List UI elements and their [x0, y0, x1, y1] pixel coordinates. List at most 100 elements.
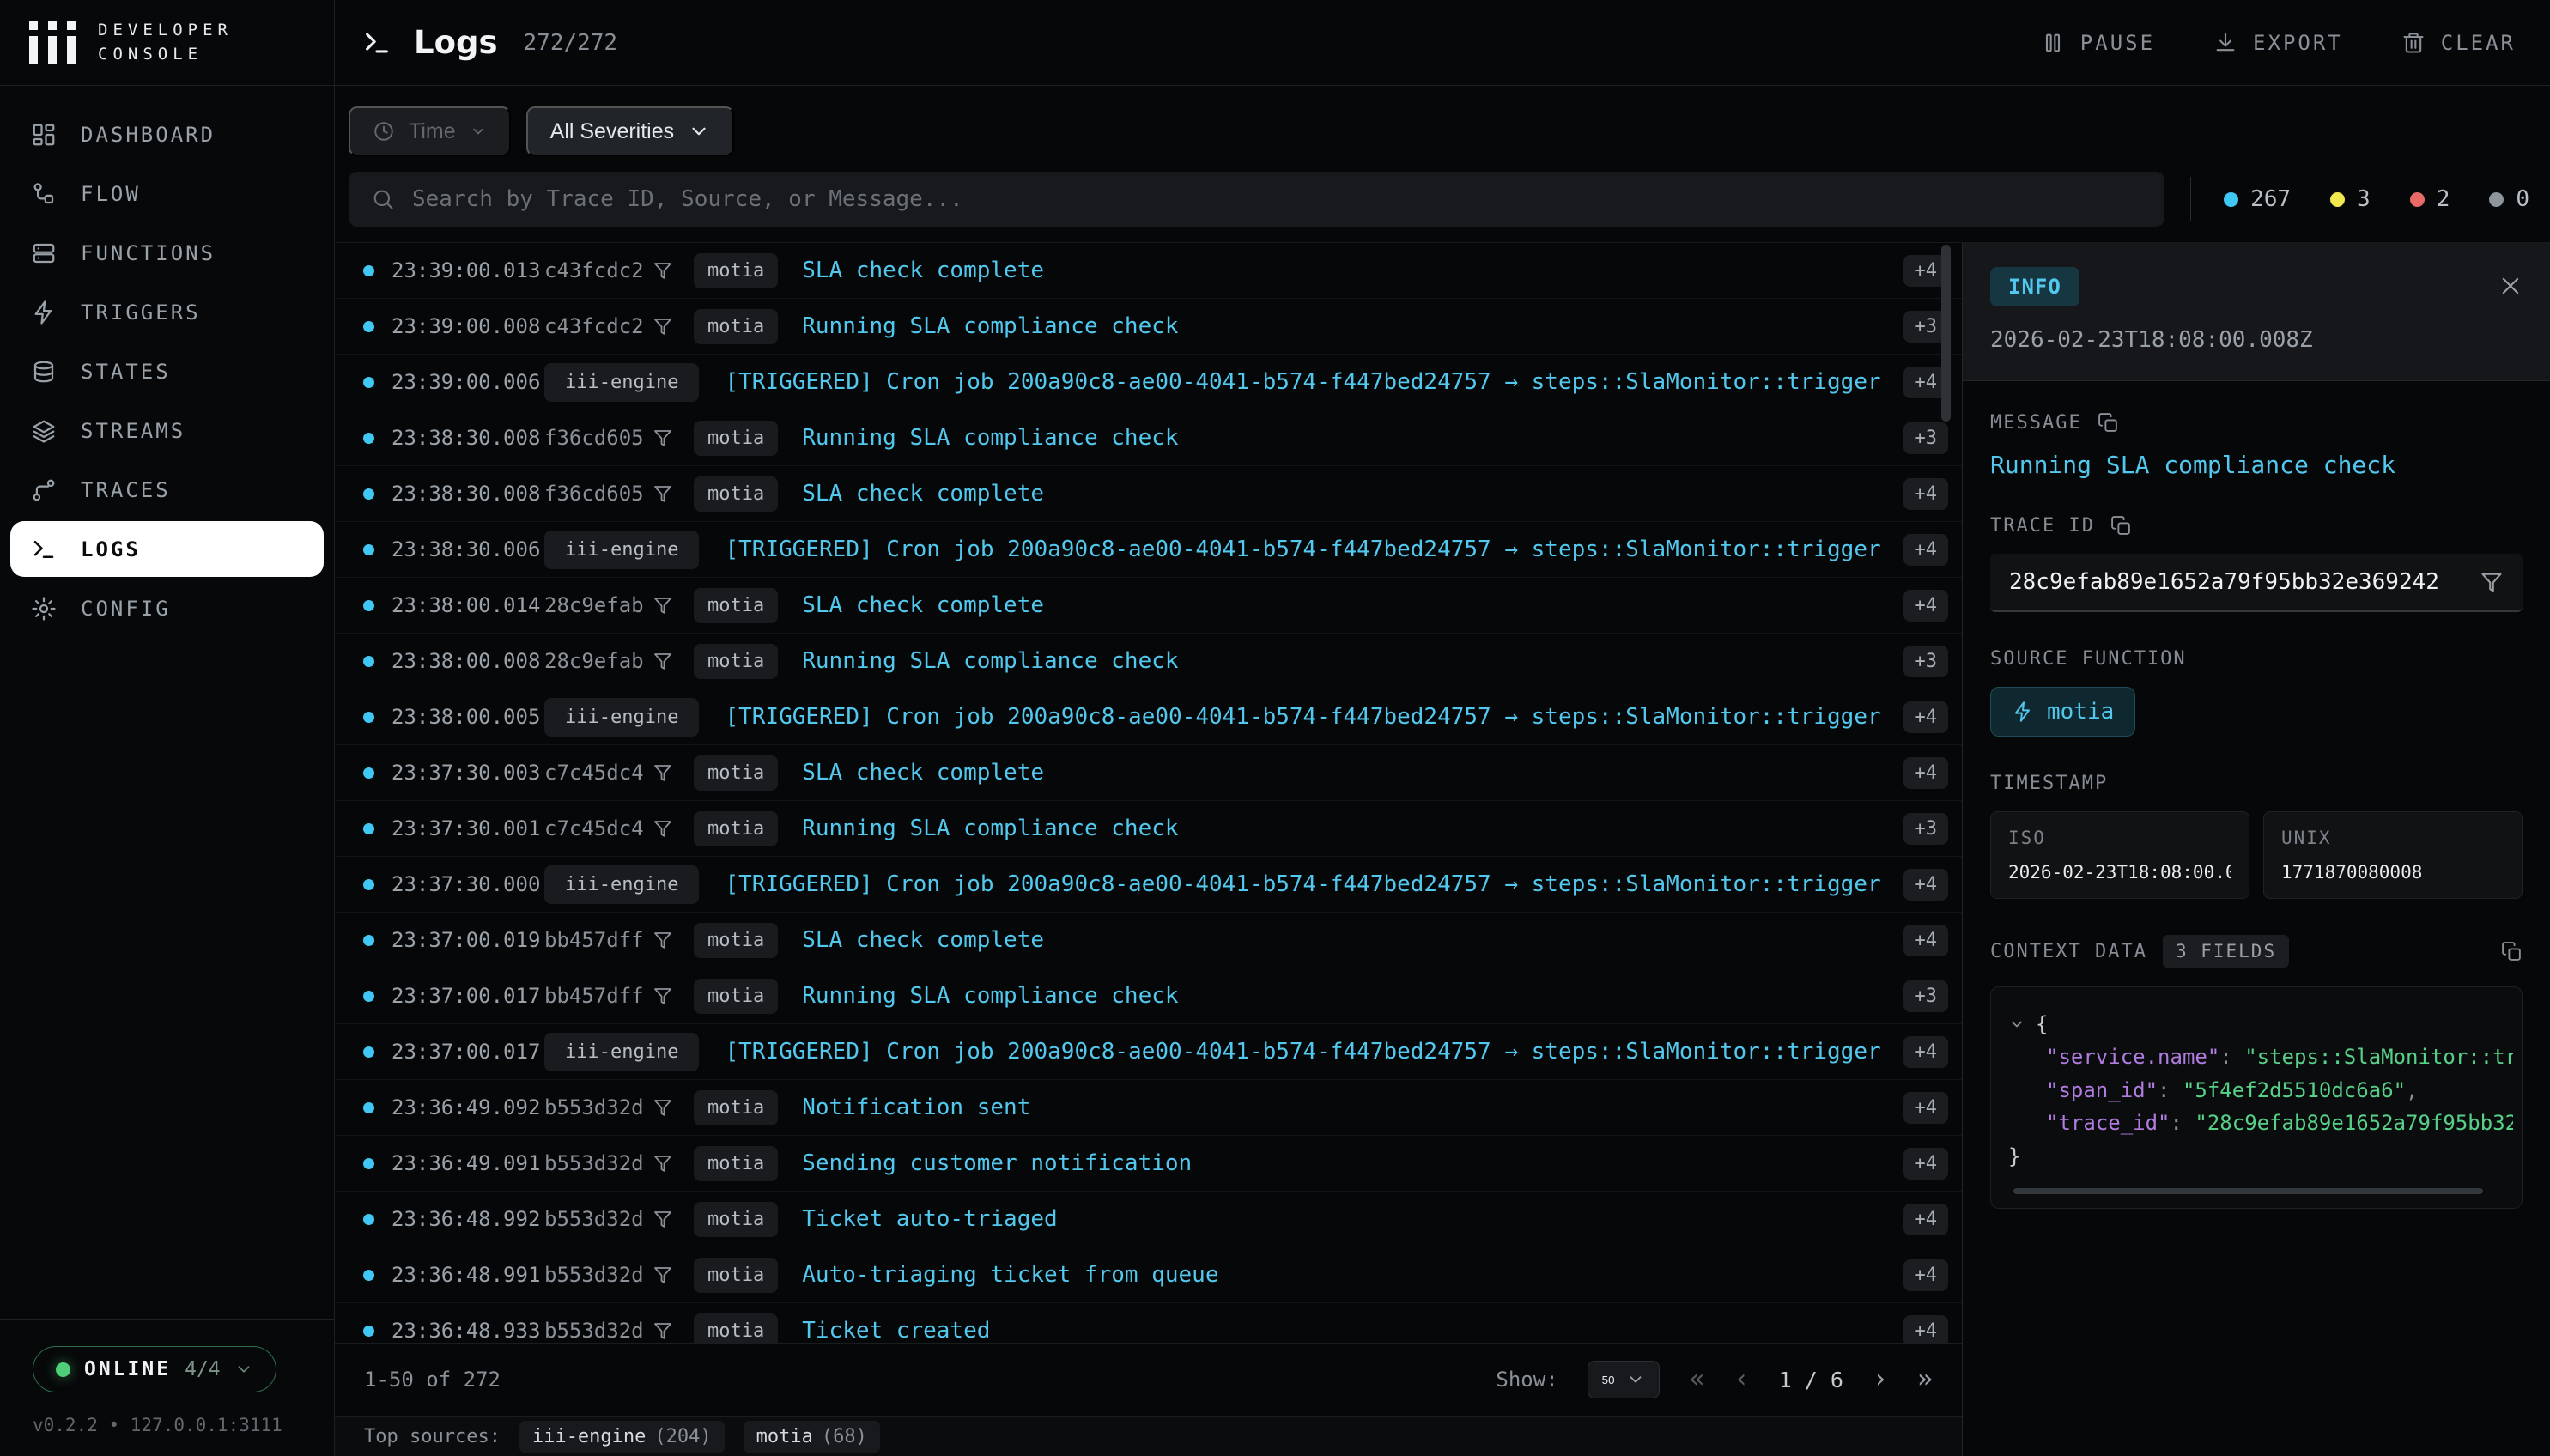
- log-row[interactable]: 23:37:30.003c7c45dc4motiaSLA check compl…: [335, 745, 1962, 801]
- trash-icon: [2401, 31, 2426, 55]
- filter-icon[interactable]: [653, 818, 673, 839]
- filter-by-trace-button[interactable]: [2480, 570, 2504, 594]
- json-root-line[interactable]: {: [2008, 1008, 2513, 1040]
- filter-icon[interactable]: [653, 1265, 673, 1285]
- filter-by-trace-button[interactable]: [653, 1097, 694, 1118]
- filter-icon[interactable]: [653, 930, 673, 950]
- filter-by-trace-button[interactable]: [653, 930, 694, 950]
- log-row[interactable]: 23:39:00.006iii-engine[TRIGGERED] Cron j…: [335, 355, 1962, 410]
- log-row[interactable]: 23:39:00.008c43fcdc2motiaRunning SLA com…: [335, 299, 1962, 355]
- log-row[interactable]: 23:38:30.008f36cd605motiaSLA check compl…: [335, 466, 1962, 522]
- filter-icon[interactable]: [653, 986, 673, 1006]
- log-row[interactable]: 23:38:30.006iii-engine[TRIGGERED] Cron j…: [335, 522, 1962, 578]
- log-row[interactable]: 23:38:30.008f36cd605motiaRunning SLA com…: [335, 410, 1962, 466]
- next-page-button[interactable]: ›: [1873, 1367, 1888, 1392]
- log-row[interactable]: 23:38:00.01428c9efabmotiaSLA check compl…: [335, 578, 1962, 634]
- copy-message-button[interactable]: [2098, 412, 2119, 434]
- sidebar-item-traces[interactable]: TRACES: [10, 462, 324, 518]
- filter-icon[interactable]: [653, 1153, 673, 1174]
- dashboard-icon: [31, 122, 57, 148]
- filter-icon[interactable]: [653, 1320, 673, 1341]
- pause-button[interactable]: PAUSE: [2041, 31, 2155, 55]
- filter-by-trace-button[interactable]: [653, 428, 694, 448]
- sidebar-item-flow[interactable]: FLOW: [10, 166, 324, 221]
- filter-icon[interactable]: [653, 483, 673, 504]
- connection-status-pill[interactable]: ONLINE 4/4: [33, 1346, 276, 1392]
- filter-by-trace-button[interactable]: [653, 1320, 694, 1341]
- filter-by-trace-button[interactable]: [653, 483, 694, 504]
- filter-icon[interactable]: [653, 428, 673, 448]
- trace-id-value: 28c9efab89e1652a79f95bb32e369242: [2009, 569, 2439, 595]
- sidebar-item-config[interactable]: CONFIG: [10, 580, 324, 636]
- filter-icon[interactable]: [653, 316, 673, 337]
- sidebar-item-triggers[interactable]: TRIGGERS: [10, 284, 324, 340]
- copy-trace-button[interactable]: [2110, 515, 2132, 537]
- sidebar-item-dashboard[interactable]: DASHBOARD: [10, 106, 324, 162]
- log-time: 23:37:30.001: [392, 816, 544, 840]
- log-trace-id: bb457dff: [544, 928, 653, 952]
- log-time: 23:37:00.019: [392, 928, 544, 952]
- log-row[interactable]: 23:36:49.091b553d32dmotiaSending custome…: [335, 1136, 1962, 1192]
- log-row[interactable]: 23:36:49.092b553d32dmotiaNotification se…: [335, 1080, 1962, 1136]
- close-panel-button[interactable]: [2498, 274, 2523, 300]
- log-row[interactable]: 23:36:48.992b553d32dmotiaTicket auto-tri…: [335, 1192, 1962, 1247]
- clear-button[interactable]: CLEAR: [2401, 31, 2516, 55]
- filter-by-trace-button[interactable]: [653, 1209, 694, 1229]
- filter-icon[interactable]: [653, 651, 673, 671]
- sidebar-item-streams[interactable]: STREAMS: [10, 403, 324, 458]
- severity-dot-icon: [363, 544, 374, 555]
- filter-by-trace-button[interactable]: [653, 818, 694, 839]
- filter-by-trace-button[interactable]: [653, 595, 694, 616]
- warn-count-value: 3: [2357, 186, 2371, 212]
- flow-icon: [31, 181, 57, 207]
- filter-by-trace-button[interactable]: [653, 762, 694, 783]
- json-horizontal-scrollbar[interactable]: [2013, 1188, 2483, 1194]
- filter-icon[interactable]: [653, 1097, 673, 1118]
- filter-icon[interactable]: [653, 762, 673, 783]
- source-function-badge[interactable]: motia: [1990, 687, 2135, 737]
- log-row[interactable]: 23:38:00.00828c9efabmotiaRunning SLA com…: [335, 634, 1962, 689]
- source-chip-motia[interactable]: motia (68): [744, 1421, 880, 1453]
- filter-icon[interactable]: [653, 1209, 673, 1229]
- filter-by-trace-button[interactable]: [653, 260, 694, 281]
- filter-by-trace-button[interactable]: [653, 1265, 694, 1285]
- log-row[interactable]: 23:36:48.991b553d32dmotiaAuto-triaging t…: [335, 1247, 1962, 1303]
- chevron-down-icon: [688, 120, 710, 143]
- log-row[interactable]: 23:38:00.005iii-engine[TRIGGERED] Cron j…: [335, 689, 1962, 745]
- log-message: Notification sent: [802, 1095, 1884, 1120]
- filter-icon[interactable]: [653, 260, 673, 281]
- copy-context-button[interactable]: [2501, 941, 2523, 962]
- sidebar-item-functions[interactable]: FUNCTIONS: [10, 225, 324, 281]
- severity-filter-dropdown[interactable]: All Severities: [526, 106, 735, 156]
- filter-by-trace-button[interactable]: [653, 651, 694, 671]
- filter-icon[interactable]: [653, 595, 673, 616]
- log-row[interactable]: 23:37:30.001c7c45dc4motiaRunning SLA com…: [335, 801, 1962, 857]
- log-row[interactable]: 23:36:48.933b553d32dmotiaTicket created+…: [335, 1303, 1962, 1343]
- last-page-button[interactable]: »: [1917, 1367, 1933, 1392]
- prev-page-button[interactable]: ‹: [1734, 1367, 1750, 1392]
- filter-by-trace-button[interactable]: [653, 1153, 694, 1174]
- time-filter-dropdown[interactable]: Time: [349, 106, 511, 156]
- search-input[interactable]: [412, 186, 2142, 212]
- main-area: Logs 272/272 PAUSE EXPORT CLEAR: [335, 0, 2550, 1456]
- log-row[interactable]: 23:39:00.013c43fcdc2motiaSLA check compl…: [335, 243, 1962, 299]
- log-row[interactable]: 23:37:30.000iii-engine[TRIGGERED] Cron j…: [335, 857, 1962, 913]
- source-name: iii-engine: [532, 1426, 646, 1447]
- log-list-scrollbar[interactable]: [1941, 245, 1951, 422]
- export-button[interactable]: EXPORT: [2213, 31, 2343, 55]
- source-badge: motia: [694, 755, 778, 791]
- sidebar-item-logs[interactable]: LOGS: [10, 521, 324, 577]
- log-row[interactable]: 23:37:00.019bb457dffmotiaSLA check compl…: [335, 913, 1962, 968]
- first-page-button[interactable]: «: [1689, 1367, 1704, 1392]
- log-row[interactable]: 23:37:00.017iii-engine[TRIGGERED] Cron j…: [335, 1024, 1962, 1080]
- sidebar-item-states[interactable]: STATES: [10, 343, 324, 399]
- top-sources-label: Top sources:: [364, 1426, 501, 1447]
- page-size-select[interactable]: 50: [1588, 1361, 1661, 1398]
- json-comma: ,: [2406, 1078, 2418, 1102]
- log-trace-id: b553d32d: [544, 1095, 653, 1119]
- filter-by-trace-button[interactable]: [653, 986, 694, 1006]
- more-fields-badge: +4: [1903, 1259, 1949, 1291]
- log-row[interactable]: 23:37:00.017bb457dffmotiaRunning SLA com…: [335, 968, 1962, 1024]
- source-chip-iii-engine[interactable]: iii-engine (204): [519, 1421, 725, 1453]
- filter-by-trace-button[interactable]: [653, 316, 694, 337]
